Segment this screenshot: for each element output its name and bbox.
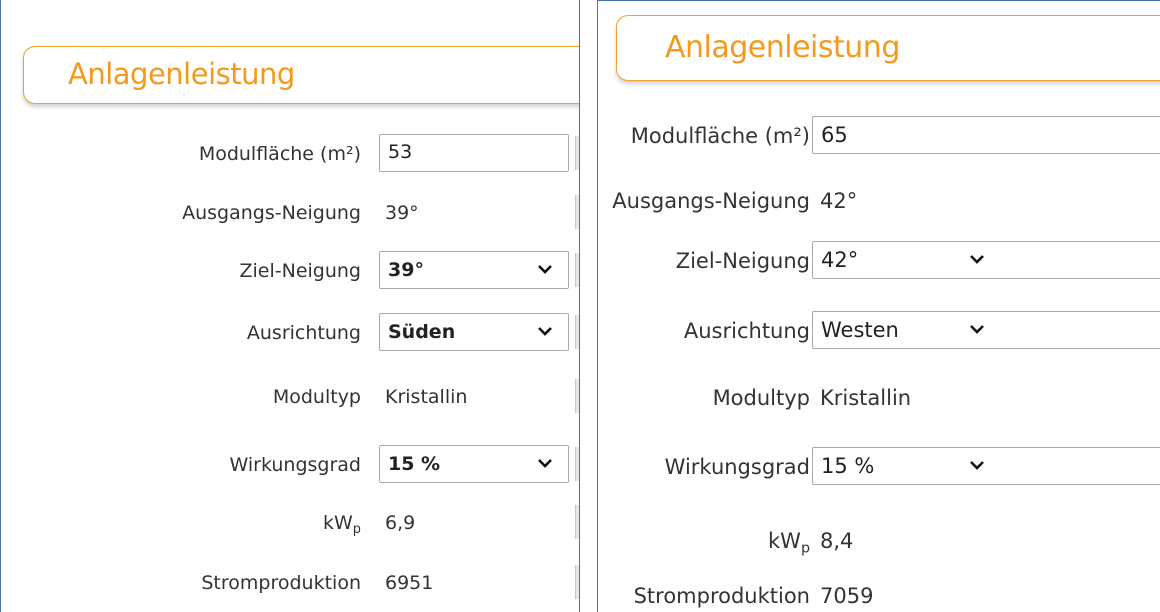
ausrichtung-select[interactable]: Süden [379, 313, 569, 351]
row-stromproduktion: Stromproduktion 6951 [1, 563, 579, 603]
section-title: Anlagenleistung [68, 57, 295, 91]
ziel-neigung-selected: 39° [388, 259, 424, 281]
chevron-down-icon [538, 265, 552, 274]
modultyp-label: Modultyp [272, 386, 361, 408]
modultyp-value: Kristallin [385, 386, 468, 408]
modulflaeche-input[interactable]: 53 [379, 134, 569, 172]
ziel-neigung-label: Ziel-Neigung [675, 249, 810, 273]
stromproduktion-label: Stromproduktion [633, 584, 810, 608]
kwp-label-main: kW [768, 529, 801, 553]
wirkungsgrad-selected: 15 % [821, 454, 875, 478]
chevron-down-icon [538, 459, 552, 468]
stromproduktion-label: Stromproduktion [201, 572, 361, 594]
row-ausrichtung: Ausrichtung Süden [1, 313, 579, 353]
row-modultyp: Modultyp Kristallin [1, 377, 579, 417]
section-header: Anlagenleistung [23, 46, 579, 104]
modulflaeche-label: Modulfläche (m²) [198, 143, 361, 165]
modultyp-value: Kristallin [820, 386, 912, 410]
ausrichtung-label: Ausrichtung [246, 322, 361, 344]
section-title: Anlagenleistung [665, 30, 900, 65]
modulflaeche-input[interactable]: 65 [812, 116, 1160, 154]
wirkungsgrad-label: Wirkungsgrad [664, 455, 810, 479]
ausgangs-neigung-value: 42° [820, 189, 858, 213]
row-ausrichtung: Ausrichtung Westen [598, 311, 1160, 351]
kwp-label-sub: p [352, 521, 361, 537]
row-kwp: kWp 6,9 [1, 503, 579, 543]
kwp-label: kWp [768, 521, 810, 568]
row-wirkungsgrad: Wirkungsgrad 15 % [1, 445, 579, 485]
chevron-down-icon [970, 461, 984, 470]
right-panel: Anlagenleistung Modulfläche (m²) 65 Ausg… [597, 0, 1160, 612]
row-stromproduktion: Stromproduktion 7059 [598, 576, 1160, 612]
left-panel: Anlagenleistung Modulfläche (m²) 53 Ausg… [0, 0, 580, 612]
ziel-neigung-select[interactable]: 42° [812, 241, 1160, 279]
chevron-down-icon [970, 255, 984, 264]
kwp-label-sub: p [800, 540, 810, 557]
kwp-label-main: kW [323, 512, 353, 534]
ausrichtung-selected: Westen [821, 318, 899, 342]
ausgangs-neigung-label: Ausgangs-Neigung [182, 202, 361, 224]
chevron-down-icon [538, 327, 552, 336]
row-wirkungsgrad: Wirkungsgrad 15 % [598, 447, 1160, 487]
wirkungsgrad-selected: 15 % [388, 453, 441, 475]
kwp-value: 6,9 [385, 512, 416, 534]
panel-gutter [580, 0, 597, 612]
modulflaeche-label: Modulfläche (m²) [630, 124, 810, 148]
row-modulflaeche: Modulfläche (m²) 65 [598, 116, 1160, 156]
row-ausgangs-neigung: Ausgangs-Neigung 39° [1, 193, 579, 233]
ausgangs-neigung-label: Ausgangs-Neigung [612, 189, 810, 213]
row-ziel-neigung: Ziel-Neigung 39° [1, 251, 579, 291]
row-kwp: kWp 8,4 [598, 521, 1160, 561]
wirkungsgrad-label: Wirkungsgrad [229, 454, 362, 476]
row-modultyp: Modultyp Kristallin [598, 378, 1160, 418]
row-ausgangs-neigung: Ausgangs-Neigung 42° [598, 181, 1160, 221]
stromproduktion-value: 6951 [385, 572, 434, 594]
row-ziel-neigung: Ziel-Neigung 42° [598, 241, 1160, 281]
ausrichtung-selected: Süden [388, 321, 456, 343]
chevron-down-icon [970, 325, 984, 334]
modultyp-label: Modultyp [712, 386, 810, 410]
ziel-neigung-selected: 42° [821, 248, 859, 272]
wirkungsgrad-select[interactable]: 15 % [379, 445, 569, 483]
kwp-value: 8,4 [820, 529, 854, 553]
row-modulflaeche: Modulfläche (m²) 53 [1, 134, 579, 174]
ziel-neigung-select[interactable]: 39° [379, 251, 569, 289]
ausrichtung-select[interactable]: Westen [812, 311, 1160, 349]
wirkungsgrad-select[interactable]: 15 % [812, 447, 1160, 485]
ziel-neigung-label: Ziel-Neigung [239, 260, 361, 282]
ausrichtung-label: Ausrichtung [683, 319, 810, 343]
ausgangs-neigung-value: 39° [385, 202, 419, 224]
stromproduktion-value: 7059 [820, 584, 874, 608]
section-header: Anlagenleistung [616, 15, 1160, 81]
kwp-label: kWp [323, 503, 361, 550]
